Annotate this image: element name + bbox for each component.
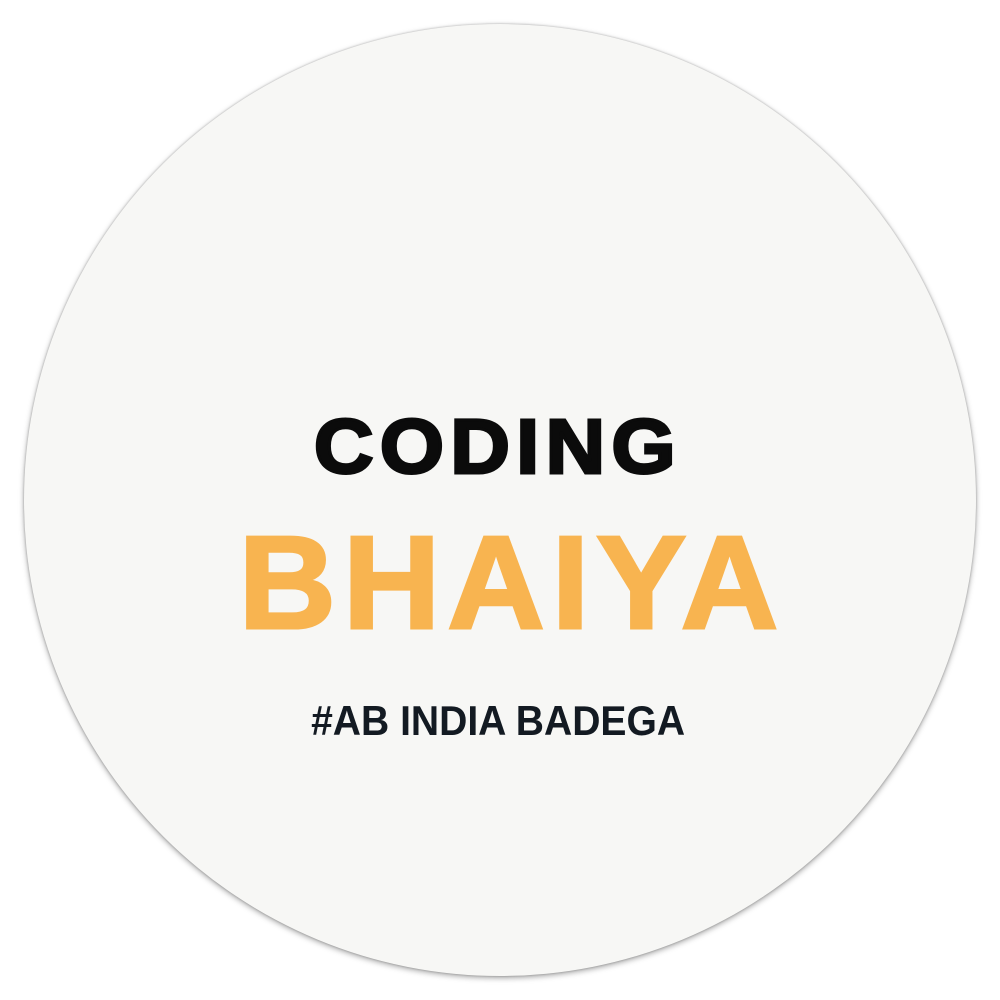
tagline-text: #AB INDIA BADEGA xyxy=(310,697,685,744)
logo-title-coding: CODING xyxy=(0,402,1000,492)
bhaiya-text: BHAIYA xyxy=(237,508,786,658)
coding-text: CODING xyxy=(312,403,683,492)
logo-badge xyxy=(24,24,976,976)
logo-tagline: #AB INDIA BADEGA xyxy=(0,696,1000,746)
logo-title-bhaiya: BHAIYA xyxy=(0,508,1000,658)
